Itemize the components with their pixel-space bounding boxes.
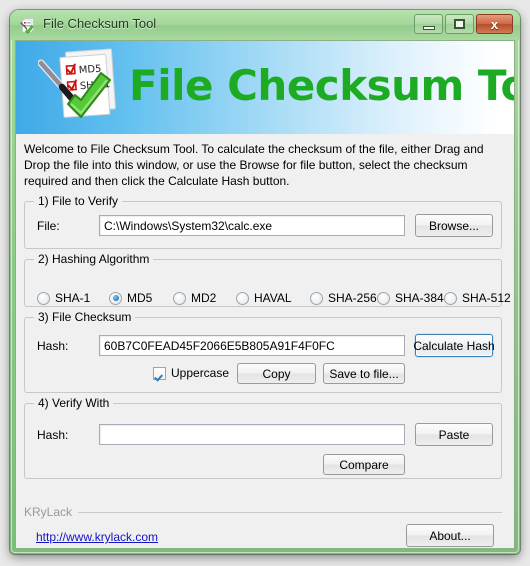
copy-button[interactable]: Copy	[237, 363, 316, 384]
file-checksum-group: 3) File Checksum Hash: 60B7C0FEAD45F2066…	[24, 310, 502, 393]
radio-dot-md5	[109, 291, 122, 305]
radio-md5[interactable]: MD5	[109, 290, 152, 306]
minimize-button[interactable]	[414, 14, 443, 34]
maximize-icon	[454, 19, 465, 29]
file-group-legend: 1) File to Verify	[34, 194, 123, 208]
save-to-file-button[interactable]: Save to file...	[323, 363, 405, 384]
radio-sha-256[interactable]: SHA-256	[310, 290, 377, 306]
file-path-input[interactable]: C:\Windows\System32\calc.exe	[99, 215, 405, 236]
radio-sha-512[interactable]: SHA-512	[444, 290, 511, 306]
compare-button[interactable]: Compare	[323, 454, 405, 475]
radio-haval[interactable]: HAVAL	[236, 290, 292, 306]
checksum-hash-output[interactable]: 60B7C0FEAD45F2066E5B805A91F4F0FC	[99, 335, 405, 356]
uppercase-label: Uppercase	[171, 366, 230, 380]
minimize-icon	[423, 26, 435, 30]
close-button[interactable]: x	[476, 14, 513, 34]
footer-divider	[78, 512, 502, 513]
radio-dot-md2	[173, 291, 186, 305]
verify-hash-input[interactable]	[99, 424, 405, 445]
radio-dot-sha-384	[377, 291, 390, 305]
radio-dot-sha-512	[444, 291, 457, 305]
file-label: File:	[37, 219, 60, 233]
paste-button[interactable]: Paste	[415, 423, 493, 446]
checksum-group-legend: 3) File Checksum	[34, 310, 136, 324]
window-title: File Checksum Tool	[43, 16, 157, 31]
welcome-text: Welcome to File Checksum Tool. To calcul…	[24, 142, 484, 188]
radio-dot-haval	[236, 291, 249, 305]
radio-label-sha-1: SHA-1	[55, 291, 91, 305]
close-icon: x	[490, 16, 499, 32]
title-bar[interactable]: File Checksum Tool x	[10, 10, 520, 40]
radio-label-sha-384: SHA-384	[395, 291, 444, 305]
verify-with-group: 4) Verify With Hash: Paste Compare	[24, 396, 502, 479]
verify-hash-label: Hash:	[37, 428, 69, 442]
algorithm-group-legend: 2) Hashing Algorithm	[34, 252, 154, 266]
website-link[interactable]: http://www.krylack.com	[36, 530, 158, 544]
banner-title: File Checksum Tool	[129, 61, 514, 110]
header-banner: MD5 SHA-1 File Checksum Tool	[16, 41, 514, 134]
checksum-hash-label: Hash:	[37, 339, 69, 353]
radio-dot-sha-256	[310, 291, 323, 305]
radio-sha-1[interactable]: SHA-1	[37, 290, 90, 306]
radio-label-md2: MD2	[191, 291, 217, 305]
file-to-verify-group: 1) File to Verify File: C:\Windows\Syste…	[24, 194, 502, 249]
radio-label-md5: MD5	[127, 291, 153, 305]
about-button[interactable]: About...	[406, 524, 494, 547]
uppercase-checkbox[interactable]: Uppercase	[153, 366, 229, 380]
radio-label-sha-512: SHA-512	[462, 291, 511, 305]
app-logo-icon: MD5 SHA-1	[38, 48, 116, 118]
browse-button[interactable]: Browse...	[415, 214, 493, 237]
radio-dot-sha-1	[37, 291, 50, 305]
calculate-hash-button[interactable]: Calculate Hash	[413, 334, 495, 357]
svg-text:MD5: MD5	[78, 64, 101, 77]
client-area: MD5 SHA-1 File Checksum Tool Welcome to …	[15, 40, 515, 549]
radio-label-sha-256: SHA-256	[328, 291, 377, 305]
app-icon	[20, 18, 34, 34]
maximize-button[interactable]	[445, 14, 474, 34]
verify-group-legend: 4) Verify With	[34, 396, 114, 410]
brand-label: KRyLack	[24, 505, 78, 519]
radio-label-haval: HAVAL	[254, 291, 292, 305]
uppercase-check-icon	[153, 366, 166, 380]
radio-md2[interactable]: MD2	[173, 290, 216, 306]
hashing-algorithm-group: 2) Hashing Algorithm SHA-1 MD5 MD2 HAVAL…	[24, 252, 511, 307]
app-window: File Checksum Tool x MD5 S	[10, 10, 520, 554]
radio-sha-384[interactable]: SHA-384	[377, 290, 444, 306]
